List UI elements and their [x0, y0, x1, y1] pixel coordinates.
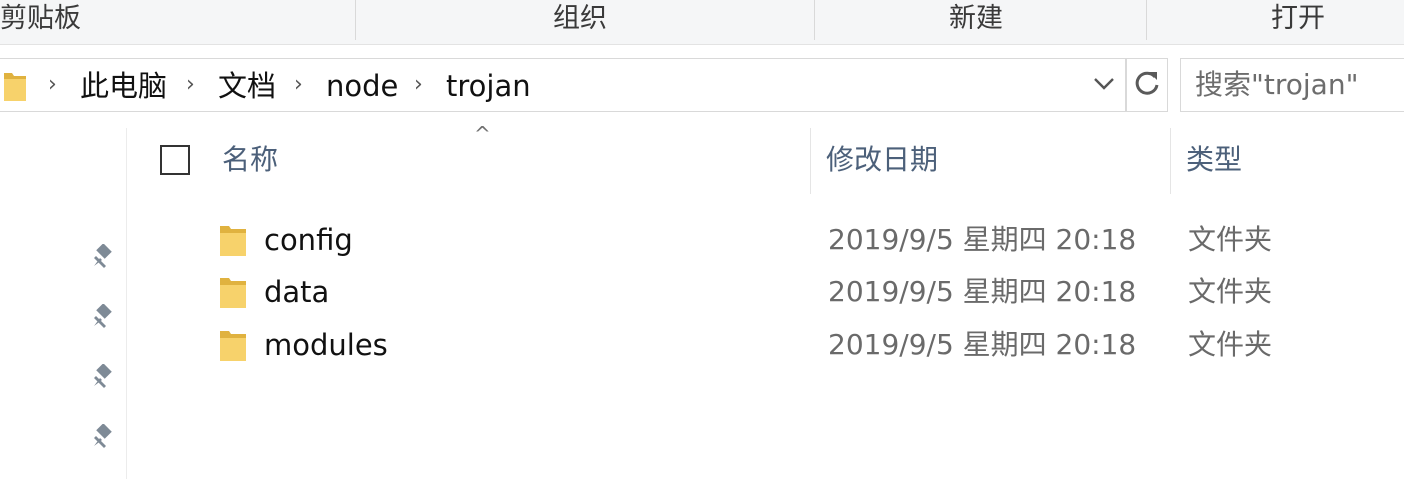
pin-icon[interactable]	[88, 243, 114, 276]
breadcrumb-this-pc[interactable]: 此电脑	[80, 59, 167, 113]
file-row[interactable]: config 2019/9/5 星期四 20:18 文件夹	[200, 214, 1404, 266]
ribbon-separator	[814, 0, 815, 40]
select-all-checkbox[interactable]	[160, 145, 190, 175]
ribbon-separator	[355, 0, 356, 40]
folder-icon	[220, 329, 246, 365]
address-bar[interactable]: › 此电脑 › 文档 › node › trojan	[0, 58, 1126, 112]
pin-icon[interactable]	[88, 363, 114, 396]
file-name: config	[264, 223, 353, 257]
ribbon-group-organize: 组织	[553, 3, 607, 34]
folder-icon	[220, 276, 246, 312]
column-header-name[interactable]: 名称	[222, 130, 278, 190]
pin-icon[interactable]	[88, 423, 114, 456]
address-history-button[interactable]	[1084, 58, 1124, 112]
column-header-date[interactable]: 修改日期	[826, 130, 938, 190]
file-row[interactable]: data 2019/9/5 星期四 20:18 文件夹	[200, 266, 1404, 318]
breadcrumb-node[interactable]: node	[326, 59, 398, 113]
file-type: 文件夹	[1188, 275, 1273, 308]
search-input[interactable]: 搜索"trojan"	[1180, 58, 1404, 112]
file-date: 2019/9/5 星期四 20:18	[828, 223, 1137, 256]
file-name: modules	[264, 328, 388, 362]
file-date: 2019/9/5 星期四 20:18	[828, 275, 1137, 308]
chevron-right-icon[interactable]: ›	[294, 59, 303, 113]
breadcrumb-documents[interactable]: 文档	[218, 59, 276, 113]
navigation-pane-divider[interactable]	[126, 128, 127, 479]
folder-icon	[4, 71, 26, 105]
chevron-down-icon	[1093, 76, 1115, 95]
search-placeholder: 搜索"trojan"	[1195, 68, 1359, 101]
chevron-right-icon[interactable]: ›	[186, 59, 195, 113]
pin-icon[interactable]	[88, 303, 114, 336]
column-separator[interactable]	[810, 128, 811, 194]
chevron-right-icon[interactable]: ›	[48, 59, 57, 113]
ribbon-separator	[1146, 0, 1147, 40]
file-type: 文件夹	[1188, 328, 1273, 361]
ribbon-group-labels: 剪贴板 组织 新建 打开	[0, 0, 1404, 45]
file-type: 文件夹	[1188, 223, 1273, 256]
column-header-type[interactable]: 类型	[1186, 130, 1242, 190]
sort-ascending-icon: ^	[474, 122, 491, 146]
file-date: 2019/9/5 星期四 20:18	[828, 328, 1137, 361]
refresh-icon	[1133, 69, 1161, 101]
chevron-right-icon[interactable]: ›	[414, 59, 423, 113]
ribbon-group-open: 打开	[1271, 3, 1325, 34]
ribbon-group-new: 新建	[949, 3, 1003, 34]
breadcrumb-trojan[interactable]: trojan	[446, 59, 531, 113]
file-name: data	[264, 275, 330, 309]
ribbon-group-clipboard: 剪贴板	[0, 3, 81, 34]
file-row[interactable]: modules 2019/9/5 星期四 20:18 文件夹	[200, 319, 1404, 371]
column-separator[interactable]	[1170, 128, 1171, 194]
refresh-button[interactable]	[1126, 58, 1168, 112]
folder-icon	[220, 224, 246, 260]
